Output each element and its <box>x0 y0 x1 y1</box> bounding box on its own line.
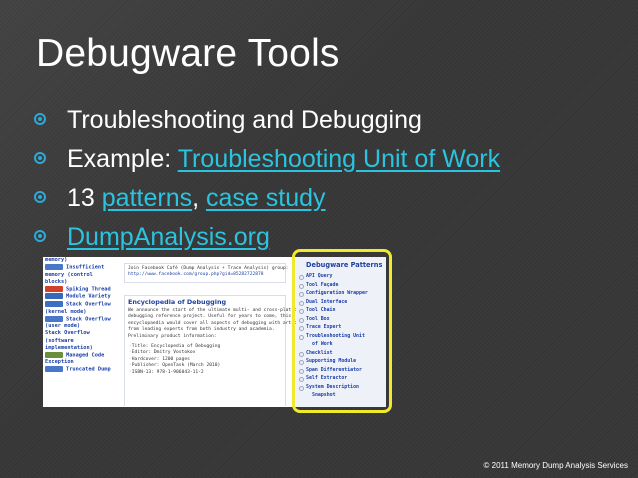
main-content: Join Facebook Café (Dump Analysis + Trac… <box>120 257 305 407</box>
bullet-item: DumpAnalysis.org <box>34 218 624 257</box>
pattern-link[interactable]: Dual Interface <box>296 298 386 307</box>
pattern-link[interactable]: Span Differentiator <box>296 366 386 375</box>
encyclopedia-box: Encyclopedia of Debugging We announce th… <box>124 295 305 406</box>
left-nav-label: Managed Code <box>66 352 105 359</box>
website-screenshot: memory) Insufficient memory (control blocks… <box>43 257 386 407</box>
left-nav-label: (kernel mode) <box>45 308 87 315</box>
left-nav-item[interactable]: Exception <box>43 359 117 366</box>
copyright-footer: © 2011 Memory Dump Analysis Services <box>483 461 628 470</box>
left-nav-label: Insufficient <box>66 264 105 271</box>
left-nav-label: (user mode) <box>45 323 81 330</box>
left-nav-label: memory (control <box>45 271 93 278</box>
facebook-link[interactable]: http://www.facebook.com/group.php?gid=85… <box>125 272 285 281</box>
encyclopedia-line: from leading experts from both industry … <box>128 327 275 333</box>
left-nav-label: Spiking Thread <box>66 286 111 293</box>
case-study-link[interactable]: case study <box>206 184 326 212</box>
left-navigation: memory) Insufficient memory (control blocks… <box>43 257 117 407</box>
encyclopedia-line: debugging reference project. Useful for … <box>128 314 292 320</box>
bullet-icon <box>34 152 46 164</box>
left-nav-label: blocks) <box>45 278 68 285</box>
left-nav-item[interactable]: Truncated Dump <box>43 366 117 374</box>
thumbnail-icon <box>45 264 63 271</box>
facebook-box: Join Facebook Café (Dump Analysis + Trac… <box>124 263 288 283</box>
left-nav-item[interactable]: (software <box>43 338 117 345</box>
left-nav-item[interactable]: Managed Code <box>43 351 117 360</box>
pattern-link-continuation[interactable]: of Work <box>296 340 386 349</box>
thumbnail-icon <box>45 293 63 300</box>
bullet-text: Example: <box>67 145 178 173</box>
pattern-link[interactable]: Supporting Module <box>296 357 386 366</box>
thumbnail-icon <box>45 351 63 358</box>
left-nav-label: Stack Overflow <box>66 316 111 323</box>
thumbnail-icon <box>45 301 63 308</box>
encyclopedia-title: Encyclopedia of Debugging <box>128 298 227 306</box>
bullet-text: Troubleshooting and Debugging <box>67 106 422 134</box>
bullet-list: Troubleshooting and Debugging Example: T… <box>34 101 624 257</box>
left-nav-label: Module Variety <box>66 293 111 300</box>
pattern-link[interactable]: System Description <box>296 383 386 392</box>
pattern-link[interactable]: Configuration Wrapper <box>296 289 386 298</box>
bullet-item: Troubleshooting and Debugging <box>34 101 624 140</box>
bullet-item: 13 patterns, case study <box>34 179 624 218</box>
bullet-item: Example: Troubleshooting Unit of Work <box>34 140 624 179</box>
patterns-panel-title: Debugware Patterns <box>306 261 383 269</box>
bullet-icon <box>34 191 46 203</box>
left-nav-label: memory) <box>45 257 68 263</box>
pattern-link[interactable]: Tool Box <box>296 315 386 324</box>
left-nav-label: Truncated Dump <box>66 366 111 373</box>
thumbnail-icon <box>45 285 63 292</box>
pattern-link[interactable]: API Query <box>296 272 386 281</box>
pattern-link-continuation[interactable]: Snapshot <box>296 391 386 400</box>
left-nav-item[interactable]: implementation) <box>43 345 117 352</box>
left-nav-item[interactable]: Stack Overflow <box>43 315 117 324</box>
pattern-link[interactable]: Tool Façade <box>296 281 386 290</box>
left-nav-label: implementation) <box>45 344 93 351</box>
patterns-panel: Debugware Patterns API Query Tool Façade C… <box>296 257 386 407</box>
left-nav-item[interactable]: Stack Overflow <box>43 301 117 309</box>
left-nav-item[interactable]: (kernel mode) <box>43 309 117 316</box>
troubleshooting-unit-link[interactable]: Troubleshooting Unit of Work <box>178 145 500 173</box>
left-nav-label: Stack Overflow <box>45 330 90 337</box>
bullet-separator: , <box>192 184 207 212</box>
left-nav-item[interactable]: (user mode) <box>43 323 117 330</box>
dumpanalysis-link[interactable]: DumpAnalysis.org <box>67 223 270 251</box>
pattern-link[interactable]: Self Extractor <box>296 374 386 383</box>
bullet-icon <box>34 230 46 242</box>
bullet-icon <box>34 113 46 125</box>
left-nav-item[interactable]: Module Variety <box>43 293 117 301</box>
left-nav-label: Stack Overflow <box>66 301 111 308</box>
left-nav-item[interactable]: Spiking Thread <box>43 285 117 294</box>
left-nav-item[interactable]: memory) <box>43 257 117 264</box>
left-nav-item[interactable]: memory (control <box>43 272 117 279</box>
product-info-item: ISBN-13: 978-1-906043-11-2 <box>125 370 285 376</box>
bullet-text: 13 <box>67 184 102 212</box>
pattern-link[interactable]: Tool Chain <box>296 306 386 315</box>
left-nav-item[interactable]: Insufficient <box>43 264 117 272</box>
left-nav-item[interactable]: Stack Overflow <box>43 330 117 337</box>
patterns-link[interactable]: patterns <box>102 184 192 212</box>
left-nav-label: Exception <box>45 359 74 366</box>
pattern-link[interactable]: Checklist <box>296 349 386 358</box>
slide-title: Debugware Tools <box>36 32 340 75</box>
left-nav-label: (software <box>45 337 74 344</box>
thumbnail-icon <box>45 366 63 373</box>
left-nav-item[interactable]: blocks) <box>43 279 117 286</box>
pattern-link[interactable]: Trace Expert <box>296 323 386 332</box>
thumbnail-icon <box>45 315 63 322</box>
pattern-link[interactable]: Troubleshooting Unit <box>296 332 386 341</box>
